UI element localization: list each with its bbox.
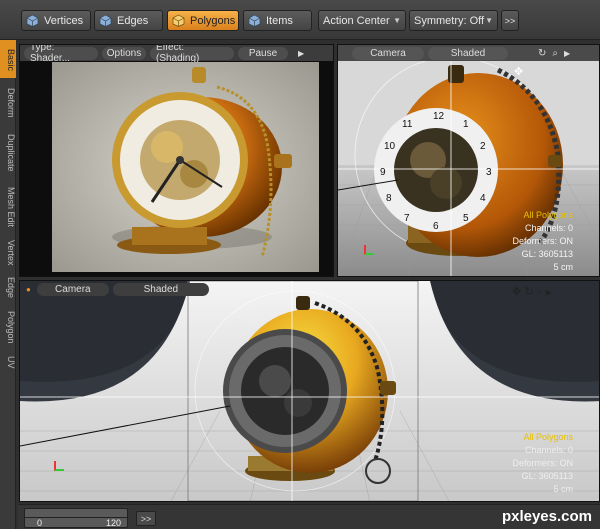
action-center-label: Action Center — [323, 14, 390, 27]
items-mode-button[interactable]: Items — [243, 10, 312, 31]
zoom-icon[interactable]: ⌕ — [552, 48, 558, 59]
clock-numeral: 11 — [402, 119, 413, 130]
timeline-end: 120 — [105, 518, 121, 528]
main-nav-icons: ✥ ↻ ⌕ ▶ — [512, 285, 552, 299]
clock-numeral: 8 — [386, 193, 392, 204]
preview-pause-button[interactable]: Pause — [238, 46, 288, 60]
info-gl: GL: 3605113 — [521, 471, 573, 481]
axis-gizmo-icon — [54, 461, 64, 471]
tab-deform[interactable]: Deform — [0, 80, 16, 124]
more-label: >> — [504, 15, 516, 26]
clock-numeral: 4 — [480, 193, 486, 204]
rotate-icon[interactable]: ↻ — [524, 286, 533, 298]
vertices-mode-button[interactable]: Vertices — [21, 10, 91, 31]
shading-button[interactable]: Shaded — [112, 282, 209, 296]
edges-mode-button[interactable]: Edges — [94, 10, 163, 31]
preview-toolbar: Type: Shader... Options Effect: (Shading… — [20, 45, 333, 64]
camera-viewport-top[interactable]: 12 1 2 3 4 5 6 7 8 9 10 11 Camera Shaded… — [337, 44, 600, 277]
clock-numeral: 2 — [480, 141, 486, 152]
rotate-icon[interactable]: ↻ — [538, 48, 546, 59]
edges-label: Edges — [117, 14, 149, 27]
info-deformers: Deformers: ON — [512, 458, 573, 468]
items-cube-icon — [248, 14, 261, 27]
move-icon[interactable]: ✥ — [512, 286, 521, 298]
camera-viewport-main[interactable]: ● Camera Shaded ✥ ↻ ⌕ ▶ All Polygons Cha… — [19, 280, 600, 502]
info-scale: 5 cm — [553, 484, 573, 494]
preview-type-button[interactable]: Type: Shader... — [24, 45, 98, 64]
polygons-cube-icon — [172, 14, 185, 27]
viewport-top-info: All Polygons Channels: 0 Deformers: ON G… — [483, 209, 573, 274]
clock-numeral: 12 — [433, 111, 445, 122]
move-icon[interactable]: ✥ — [514, 65, 523, 78]
tab-edge[interactable]: Edge — [0, 272, 16, 302]
timeline-more-button[interactable]: >> — [136, 511, 156, 526]
render-preview-image — [52, 62, 319, 272]
polygons-mode-button[interactable]: Polygons — [167, 10, 239, 31]
tab-mesh-edit[interactable]: Mesh Edit — [0, 180, 16, 232]
info-deformers: Deformers: ON — [512, 236, 573, 246]
preview-effect-button[interactable]: Effect: (Shading) — [150, 45, 234, 64]
info-gl: GL: 3605113 — [521, 249, 573, 259]
symmetry-label: Symmetry: Off — [414, 14, 485, 27]
viewport-main-info: All Polygons Channels: 0 Deformers: ON G… — [483, 431, 573, 496]
timeline-scrubber[interactable]: 0 120 — [24, 508, 128, 528]
clock-numeral: 3 — [486, 167, 492, 178]
top-toolbar: Vertices Edges Polygons Items Action Cen… — [0, 0, 600, 40]
chevron-down-icon: ▼ — [485, 16, 493, 25]
clock-numeral: 9 — [380, 167, 386, 178]
timeline-start: 0 — [37, 518, 43, 528]
info-channels: Channels: 0 — [524, 223, 573, 233]
clock-numeral: 10 — [384, 141, 396, 152]
preview-viewport[interactable]: Type: Shader... Options Effect: (Shading… — [19, 44, 334, 277]
info-selection: All Polygons — [523, 432, 573, 442]
symmetry-dropdown[interactable]: Symmetry: Off ▼ — [409, 10, 498, 31]
polygons-label: Polygons — [190, 14, 236, 27]
action-center-dropdown[interactable]: Action Center ▼ — [318, 10, 406, 31]
timeline-bar: 0 120 >> pxleyes.com — [18, 504, 600, 529]
modo-window: Vertices Edges Polygons Items Action Cen… — [0, 0, 600, 529]
clock-numeral: 1 — [463, 119, 469, 130]
clock-numeral: 7 — [404, 213, 410, 224]
tab-duplicate[interactable]: Duplicate — [0, 126, 16, 178]
camera-button[interactable]: Camera — [36, 282, 109, 296]
chevron-down-icon: ▼ — [393, 16, 401, 25]
toolbar-more-button[interactable]: >> — [501, 10, 519, 31]
vertices-label: Vertices — [44, 14, 84, 27]
watermark-text: pxleyes.com — [501, 508, 592, 525]
play-arrow-icon[interactable]: ▶ — [564, 49, 570, 58]
info-scale: 5 cm — [553, 262, 573, 272]
camera-viewport-top-toolbar: Camera Shaded ↻ ⌕ ▶ — [338, 45, 599, 61]
vertices-cube-icon — [26, 14, 39, 27]
items-label: Items — [266, 14, 293, 27]
info-channels: Channels: 0 — [524, 445, 573, 455]
clock-numeral: 5 — [463, 213, 469, 224]
edges-cube-icon — [99, 14, 112, 27]
tab-vertex[interactable]: Vertex — [0, 234, 16, 270]
tab-uv[interactable]: UV — [0, 350, 16, 372]
shading-button[interactable]: Shaded — [428, 46, 508, 60]
zoom-icon[interactable]: ⌕ — [537, 286, 543, 298]
camera-button[interactable]: Camera — [352, 46, 424, 60]
play-arrow-icon[interactable]: ▶ — [298, 49, 304, 58]
play-arrow-icon[interactable]: ▶ — [546, 288, 552, 297]
clock-numeral: 6 — [433, 221, 439, 232]
tab-polygon[interactable]: Polygon — [0, 304, 16, 348]
tab-basic[interactable]: Basic — [0, 40, 16, 78]
axis-gizmo-icon — [364, 245, 374, 255]
viewport-dot-icon: ● — [26, 284, 31, 294]
side-tab-strip: Basic Deform Duplicate Mesh Edit Vertex … — [0, 40, 16, 529]
preview-options-button[interactable]: Options — [102, 46, 146, 60]
info-selection: All Polygons — [523, 210, 573, 220]
